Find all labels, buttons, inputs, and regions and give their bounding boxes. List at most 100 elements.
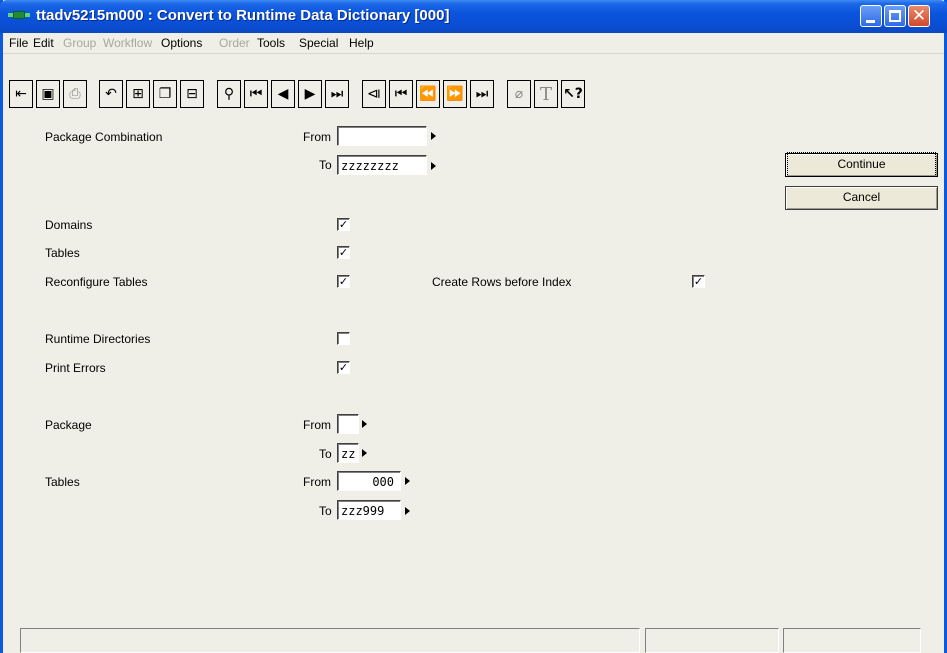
runtime-directories-label: Runtime Directories	[45, 332, 151, 346]
help-pointer-button[interactable]: ↖?	[561, 80, 585, 108]
zoom-arrow-icon[interactable]	[405, 477, 410, 485]
menu-special[interactable]: Special	[299, 36, 338, 50]
menu-file[interactable]: File	[9, 36, 28, 50]
package-to-field[interactable]: zz	[337, 443, 359, 463]
first-record-icon: ⏮	[249, 86, 263, 102]
save-icon: ▣	[41, 86, 55, 102]
window-title: ttadv5215m000 : Convert to Runtime Data …	[36, 7, 450, 24]
undo-button[interactable]: ↶	[99, 80, 123, 108]
package-from-label: From	[303, 418, 331, 432]
create-rows-before-index-label: Create Rows before Index	[432, 275, 572, 289]
toolbar: ⇤ ▣ ⎙ ↶ ⊞ ❐ ⊟ ⚲ ⏮ ◀ ▶ ⏭ ⧏ ⏮ ⏪ ⏩ ⏭ ⌀ T ↖?	[3, 53, 944, 119]
zoom-arrow-icon[interactable]	[362, 449, 367, 457]
text-button[interactable]: T	[534, 80, 558, 108]
zoom-arrow-icon[interactable]	[431, 162, 436, 170]
first-set-button[interactable]: ⧏	[362, 80, 386, 108]
tables-range-from-label: From	[303, 475, 331, 489]
undo-icon: ↶	[105, 86, 117, 102]
last-group-icon: ⏭	[475, 86, 489, 102]
insert-record-button[interactable]: ⊞	[126, 80, 150, 108]
find-button[interactable]: ⚲	[217, 80, 241, 108]
tables-range-from-field[interactable]: 000	[337, 471, 401, 491]
previous-record-button[interactable]: ◀	[271, 80, 295, 108]
last-group-button[interactable]: ⏭	[470, 80, 494, 108]
package-label: Package	[45, 418, 92, 432]
package-combination-to-label: To	[319, 158, 332, 172]
continue-button-label: Continue	[787, 152, 936, 177]
menu-help[interactable]: Help	[349, 36, 374, 50]
previous-set-icon: ⏪	[419, 86, 437, 102]
continue-button[interactable]: Continue	[785, 152, 938, 177]
runtime-directories-checkbox[interactable]	[337, 332, 350, 345]
menu-edit[interactable]: Edit	[33, 36, 54, 50]
insert-record-icon: ⊞	[132, 86, 144, 102]
application-icon	[8, 9, 30, 21]
title-bar[interactable]: ttadv5215m000 : Convert to Runtime Data …	[0, 0, 947, 33]
close-button[interactable]: ✕	[908, 5, 930, 27]
next-record-icon: ▶	[304, 86, 316, 102]
save-button[interactable]: ▣	[36, 80, 60, 108]
menu-order[interactable]: Order	[219, 36, 250, 50]
package-combination-label: Package Combination	[45, 130, 163, 144]
zoom-arrow-icon[interactable]	[405, 507, 410, 515]
print-errors-checkbox[interactable]: ✓	[337, 361, 350, 374]
tables-label: Tables	[45, 246, 80, 260]
tables-checkbox[interactable]: ✓	[337, 246, 350, 259]
status-bar	[3, 625, 944, 653]
zoom-arrow-icon[interactable]	[431, 132, 436, 140]
domains-label: Domains	[45, 218, 93, 232]
status-panel-3	[783, 628, 921, 653]
tables-range-label: Tables	[45, 475, 80, 489]
menu-options[interactable]: Options	[161, 36, 202, 50]
menu-group[interactable]: Group	[63, 36, 96, 50]
reconfigure-tables-checkbox[interactable]: ✓	[337, 275, 350, 288]
delete-record-icon: ⊟	[186, 86, 198, 102]
first-set-icon: ⧏	[367, 86, 381, 102]
status-panel-2	[645, 628, 779, 653]
zoom-arrow-icon[interactable]	[362, 420, 367, 428]
print-button[interactable]: ⎙	[63, 80, 87, 108]
copy-icon: ❐	[158, 86, 172, 102]
package-to-label: To	[319, 447, 332, 461]
last-record-button[interactable]: ⏭	[325, 80, 349, 108]
previous-group-icon: ⏮	[394, 86, 408, 102]
print-errors-label: Print Errors	[45, 361, 106, 375]
menu-tools[interactable]: Tools	[257, 36, 285, 50]
package-combination-from-label: From	[303, 130, 331, 144]
next-set-button[interactable]: ⏩	[443, 80, 467, 108]
maximize-button[interactable]	[884, 5, 906, 27]
find-icon: ⚲	[223, 86, 235, 102]
copy-button[interactable]: ❐	[153, 80, 177, 108]
close-icon: ✕	[911, 6, 927, 26]
package-combination-from-field[interactable]	[337, 126, 427, 146]
reconfigure-tables-label: Reconfigure Tables	[45, 275, 148, 289]
app-window: ttadv5215m000 : Convert to Runtime Data …	[0, 0, 947, 653]
last-record-icon: ⏭	[330, 86, 344, 102]
minimize-button[interactable]	[860, 5, 882, 27]
next-set-icon: ⏩	[446, 86, 464, 102]
text-icon: T	[539, 83, 552, 105]
package-from-field[interactable]	[337, 414, 359, 434]
previous-record-icon: ◀	[277, 86, 289, 102]
package-combination-to-field[interactable]: zzzzzzzz	[337, 155, 427, 175]
attachment-button[interactable]: ⌀	[507, 80, 531, 108]
tables-range-to-field[interactable]: zzz999	[337, 500, 401, 520]
domains-checkbox[interactable]: ✓	[337, 218, 350, 231]
cancel-button-label: Cancel	[842, 190, 881, 204]
first-record-button[interactable]: ⏮	[244, 80, 268, 108]
delete-record-button[interactable]: ⊟	[180, 80, 204, 108]
status-panel-main	[20, 628, 640, 653]
previous-group-button[interactable]: ⏮	[389, 80, 413, 108]
tables-range-to-label: To	[319, 504, 332, 518]
menu-bar: File Edit Group Workflow Options Order T…	[3, 33, 944, 53]
create-rows-before-index-checkbox[interactable]: ✓	[692, 275, 705, 288]
menu-workflow[interactable]: Workflow	[103, 36, 152, 50]
previous-set-button[interactable]: ⏪	[416, 80, 440, 108]
exit-button[interactable]: ⇤	[9, 80, 33, 108]
next-record-button[interactable]: ▶	[298, 80, 322, 108]
attachment-icon: ⌀	[514, 86, 524, 102]
cancel-button[interactable]: Cancel	[785, 186, 938, 210]
help-pointer-icon: ↖?	[563, 86, 583, 102]
minimize-icon	[866, 20, 875, 23]
print-icon: ⎙	[69, 86, 81, 102]
